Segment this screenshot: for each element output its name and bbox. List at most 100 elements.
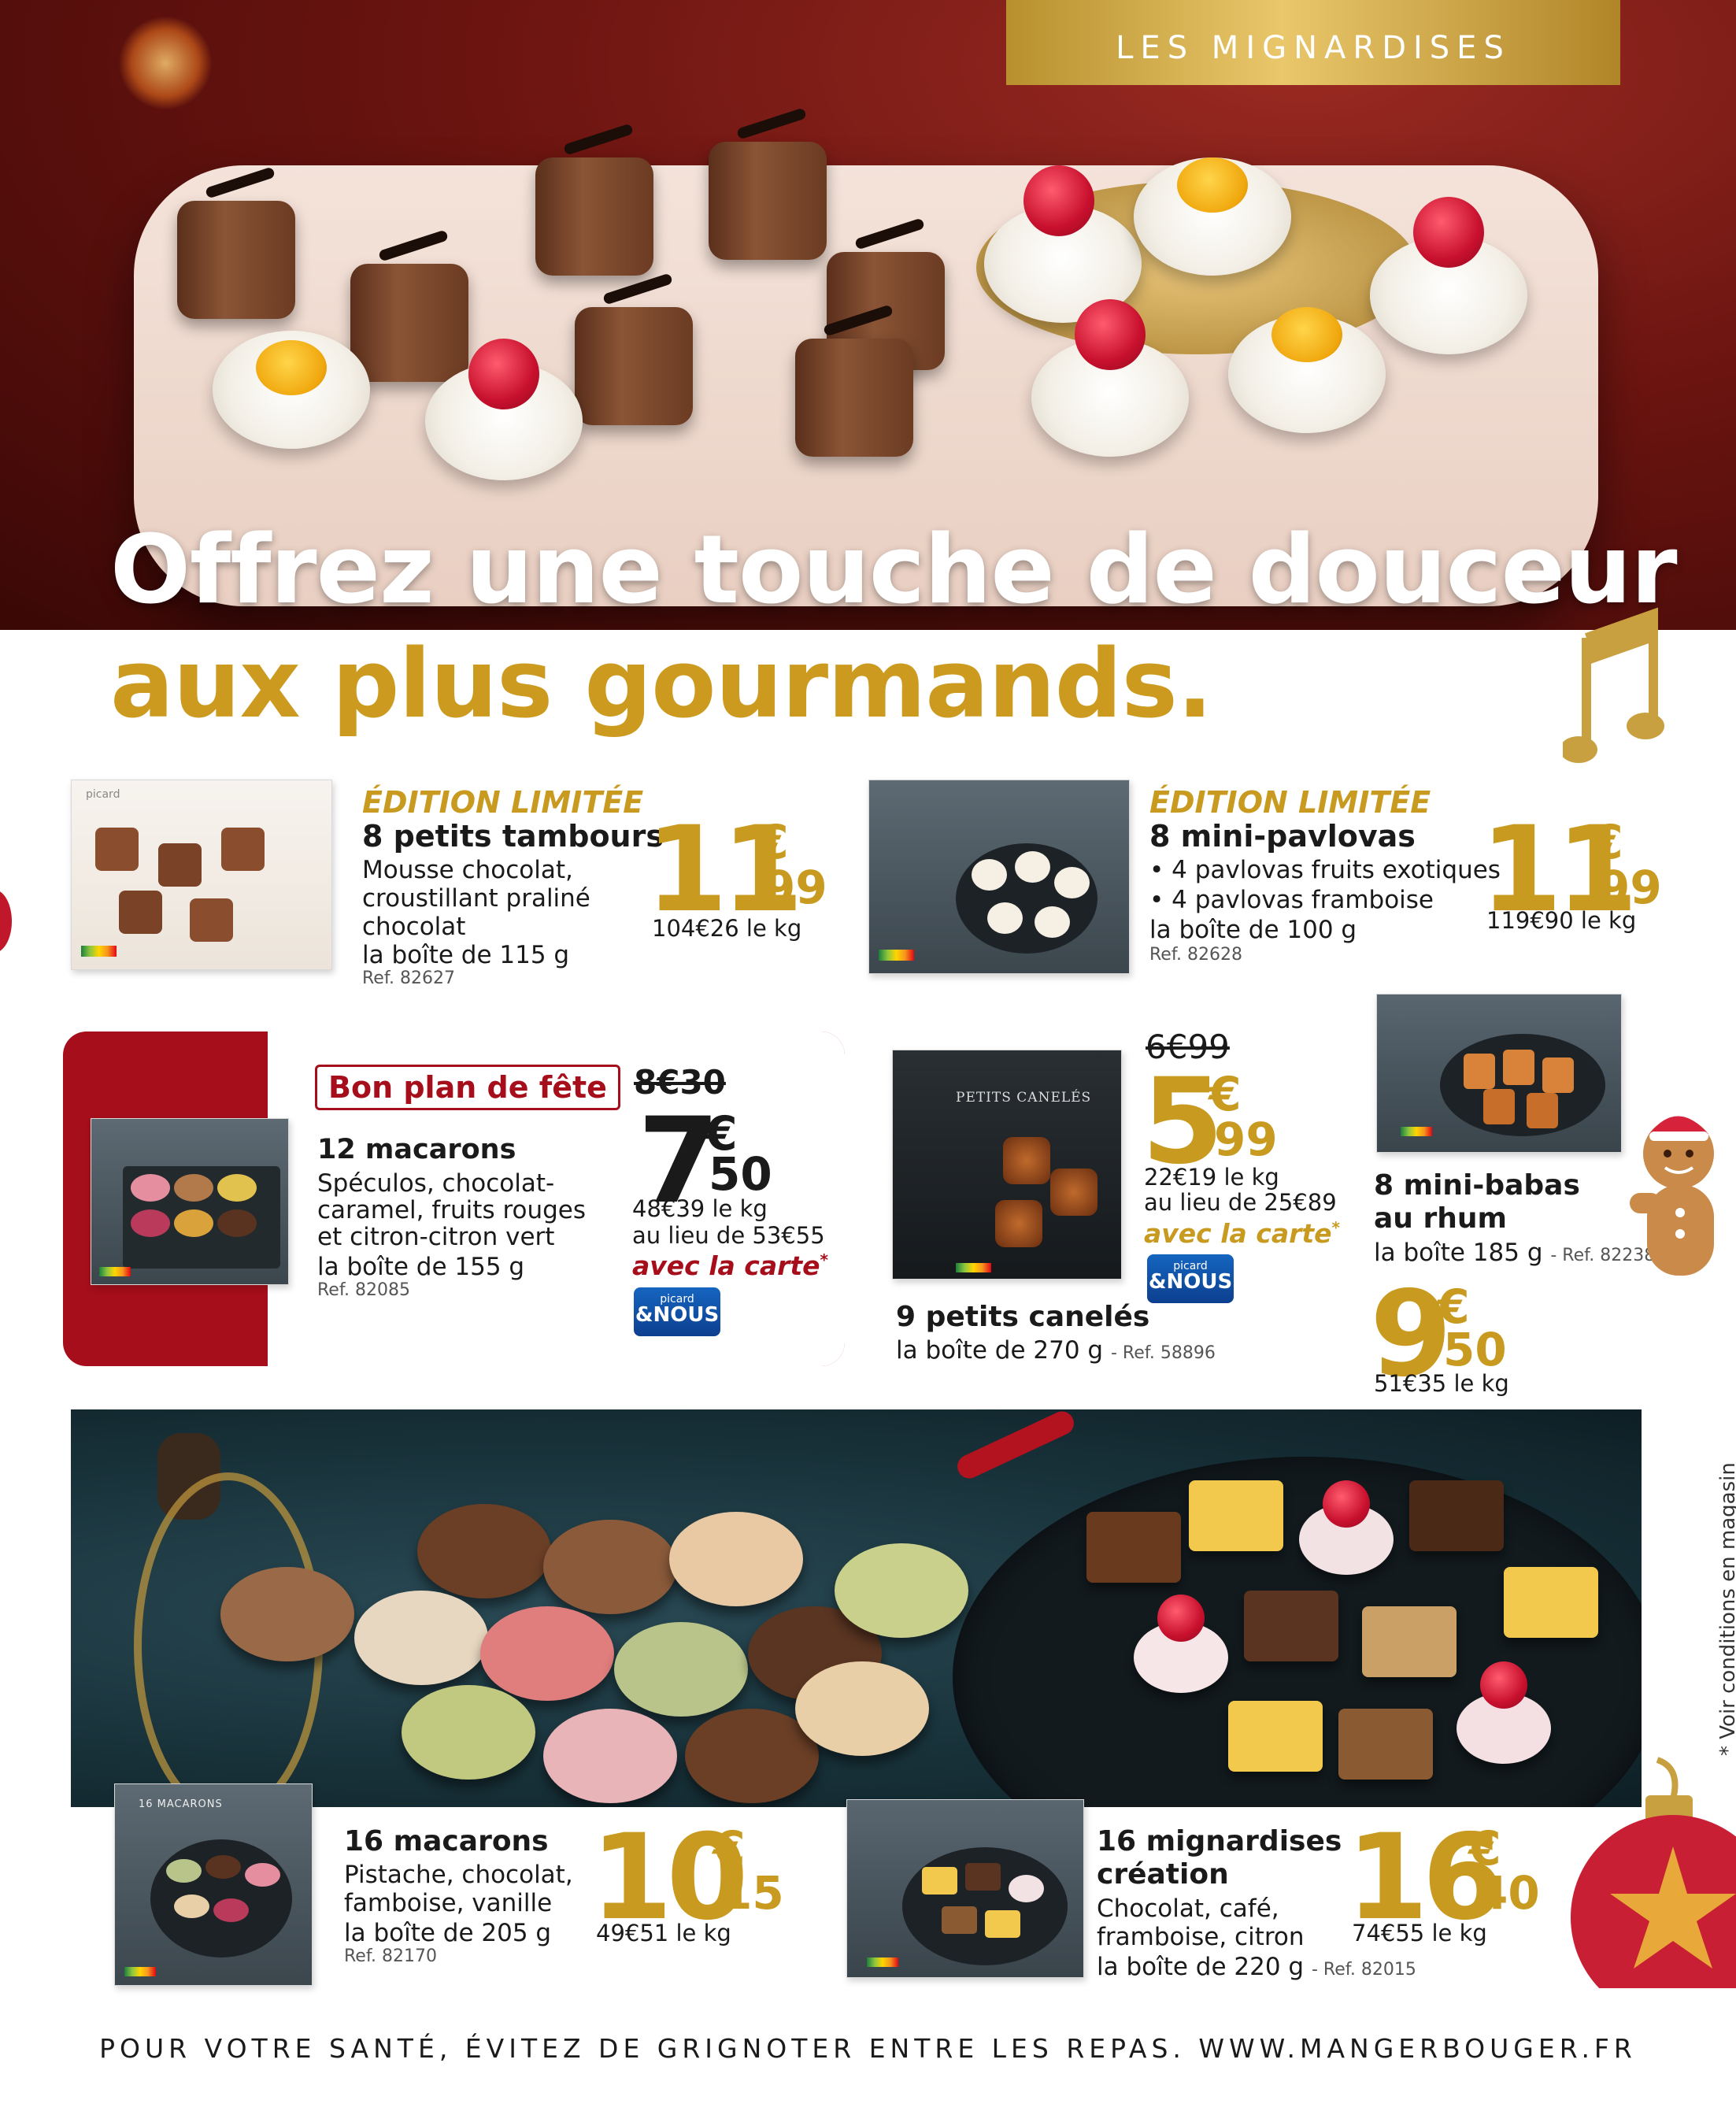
drum-image — [221, 828, 265, 871]
drum-image — [95, 828, 139, 871]
price-cents: 40 — [1476, 1866, 1540, 1920]
product-description: et citron-citron vert — [317, 1223, 555, 1251]
product-reference: Ref. 82085 — [317, 1280, 410, 1300]
drum-image — [190, 898, 233, 942]
nutriscore-label — [1401, 1127, 1432, 1136]
drum-image — [158, 843, 202, 887]
limited-edition-tag: ÉDITION LIMITÉE — [1149, 785, 1431, 820]
product-reference: Ref. 82628 — [1149, 945, 1242, 965]
section-label-banner: LES MIGNARDISES — [1006, 0, 1620, 85]
macaron-raspberry — [543, 1709, 677, 1803]
drum-image — [119, 891, 162, 934]
christmas-ornament-icon — [1571, 1757, 1736, 1988]
price-per-kg: 22€19 le kg — [1144, 1164, 1279, 1191]
pavlova-image — [1035, 906, 1070, 938]
macaron-chocolate — [417, 1504, 551, 1598]
nutriscore-label — [81, 946, 117, 957]
macaron-pistachio — [402, 1685, 535, 1780]
product-name: 8 petits tambours — [362, 819, 664, 854]
raspberry-topping — [1413, 197, 1484, 268]
music-note-icon — [1563, 607, 1664, 763]
price-per-kg: 48€39 le kg — [632, 1195, 768, 1222]
macaron-image — [174, 1174, 213, 1202]
product-description: Mousse chocolat, — [362, 856, 573, 884]
nutriscore-label — [124, 1967, 156, 1976]
conditions-note: * Voir conditions en magasin — [1716, 1462, 1736, 1756]
mignardise-cake — [1189, 1480, 1283, 1551]
price-per-kg: 104€26 le kg — [652, 915, 802, 942]
nutriscore-label — [99, 1267, 131, 1276]
macaron-image — [131, 1209, 170, 1237]
box-label: PETITS CANELÉS — [956, 1090, 1092, 1106]
raspberry-topping — [1480, 1661, 1527, 1709]
price-per-kg: 119€90 le kg — [1486, 907, 1637, 934]
product-description: famboise, vanille — [344, 1889, 553, 1917]
product-name: 8 mini-pavlovas — [1149, 819, 1416, 854]
macaron-chocolate — [543, 1520, 677, 1614]
price-currency: € — [713, 1821, 746, 1876]
headline-line-2: aux plus gourmands. — [110, 630, 1213, 739]
baba-image — [1464, 1054, 1495, 1089]
price-cents: 50 — [709, 1147, 772, 1201]
nutriscore-label — [956, 1263, 991, 1272]
loyalty-card-icon: picard &NOUS — [1147, 1254, 1234, 1303]
drum-dessert — [575, 307, 693, 425]
product-description: Pistache, chocolat, — [344, 1861, 573, 1889]
price-currency: € — [1468, 1821, 1501, 1876]
product-bullet: • 4 pavlovas fruits exotiques — [1149, 856, 1501, 884]
cannele-image — [995, 1200, 1042, 1247]
baba-image — [1542, 1057, 1574, 1093]
drum-dessert — [535, 157, 653, 276]
mignardise-cake — [1409, 1480, 1504, 1551]
drum-dessert — [709, 142, 827, 260]
raspberry-topping — [468, 339, 539, 409]
product-name: 16 macarons — [344, 1825, 549, 1857]
price-currency: € — [1590, 815, 1623, 870]
product-name: 8 mini-babas — [1374, 1169, 1580, 1202]
box-label: 16 MACARONS — [139, 1798, 223, 1810]
macaron-image — [217, 1209, 257, 1237]
price-currency: € — [756, 815, 789, 870]
drum-dessert — [795, 339, 913, 457]
product-weight: la boîte de 155 g — [317, 1253, 525, 1281]
product-weight: la boîte de 205 g — [344, 1919, 552, 1947]
cake-image — [985, 1910, 1020, 1938]
raspberry-topping — [1157, 1594, 1205, 1642]
with-card-label: avec la carte* — [632, 1250, 829, 1281]
product-name: création — [1097, 1858, 1229, 1891]
product-description: chocolat — [362, 913, 466, 941]
price-per-kg: 74€55 le kg — [1352, 1920, 1487, 1946]
mignardise-cake — [1244, 1591, 1338, 1661]
product-name: au rhum — [1374, 1202, 1507, 1235]
macaron-image — [205, 1855, 241, 1879]
product-box-macarons-12 — [91, 1118, 289, 1285]
mango-topping — [1271, 307, 1342, 362]
product-reference: Ref. 82627 — [362, 969, 455, 988]
cake-image — [1009, 1875, 1044, 1902]
product-description: croustillant praliné — [362, 884, 590, 913]
pavlova-image — [987, 902, 1023, 934]
mango-topping — [1177, 157, 1248, 213]
nutriscore-label — [879, 950, 914, 961]
macaron-vanilla — [354, 1591, 488, 1685]
product-description: framboise, citron — [1097, 1923, 1305, 1951]
instead-of-price: au lieu de 53€55 — [632, 1222, 825, 1249]
health-footer: POUR VOTRE SANTÉ, ÉVITEZ DE GRIGNOTER EN… — [99, 2033, 1637, 2064]
macaron-raspberry — [480, 1606, 614, 1701]
product-description: caramel, fruits rouges — [317, 1196, 587, 1224]
with-card-label: avec la carte* — [1144, 1218, 1341, 1249]
drum-dessert — [177, 201, 295, 319]
box-brand: picard — [86, 788, 120, 801]
price-per-kg: 49€51 le kg — [596, 1920, 731, 1946]
raspberry-topping — [1023, 165, 1094, 236]
raspberry-topping — [1075, 299, 1146, 370]
macaron-image — [174, 1895, 209, 1918]
macaron-chocolate — [220, 1567, 354, 1661]
gingerbread-man-icon — [1630, 1109, 1718, 1276]
cake-image — [922, 1867, 957, 1895]
product-weight: la boîte de 270 g - Ref. 58896 — [896, 1336, 1216, 1365]
section-label: LES MIGNARDISES — [1116, 30, 1511, 66]
macaron-vanilla — [795, 1661, 929, 1756]
price-per-kg: 51€35 le kg — [1374, 1370, 1509, 1397]
mignardise-cake — [1362, 1606, 1457, 1677]
